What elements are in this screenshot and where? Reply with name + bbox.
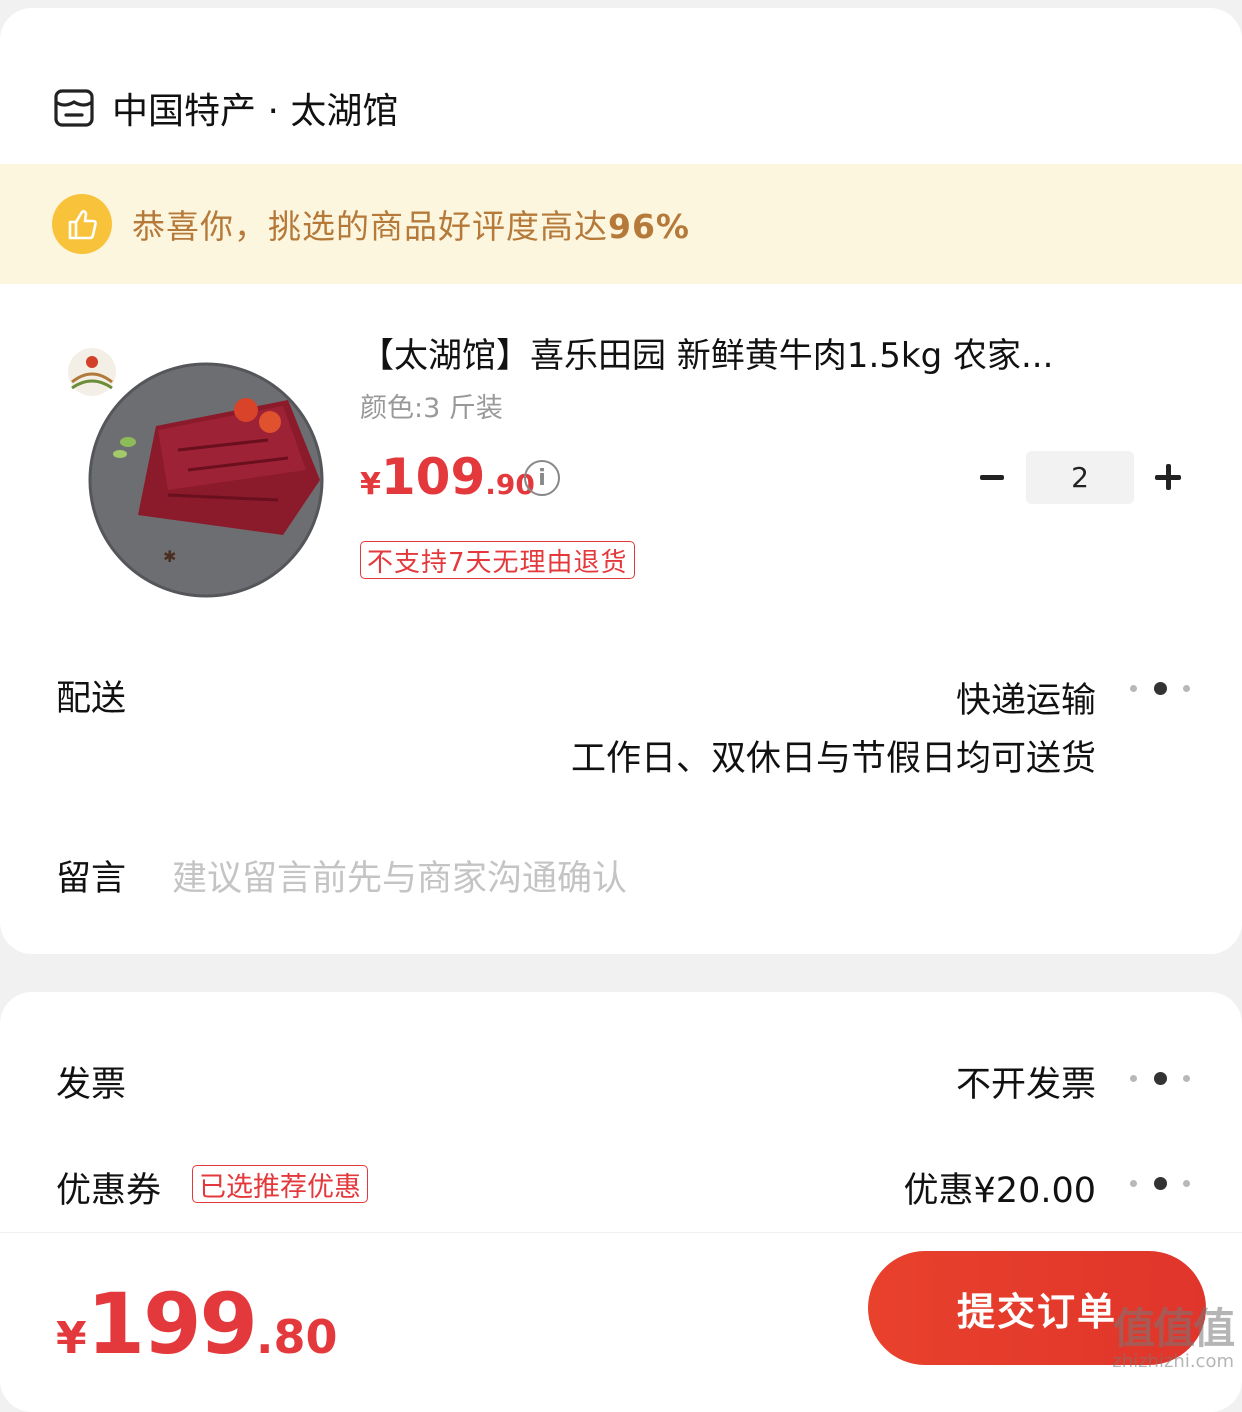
checkout-bar: ¥ 199 .80 提交订单 值值值 zhizhizhi.com: [0, 1232, 1242, 1382]
invoice-label: 发票: [56, 1065, 127, 1105]
delivery-schedule: 工作日、双休日与节假日均可送货: [570, 739, 1096, 779]
shop-name: 中国特产 · 太湖馆: [112, 91, 399, 132]
total-currency: ¥: [56, 1313, 87, 1364]
total-decimal: .80: [255, 1310, 338, 1364]
note-label: 留言: [56, 859, 127, 899]
svg-text:✱: ✱: [163, 547, 176, 566]
coupon-label: 优惠券: [56, 1171, 162, 1211]
watermark: 值值值 zhizhizhi.com: [1112, 1304, 1235, 1373]
invoice-more-icon[interactable]: [1130, 1068, 1190, 1088]
rating-banner: 恭喜你，挑选的商品好评度高达96%: [0, 164, 1242, 284]
thumbs-up-icon: [52, 194, 112, 254]
rating-percent: 96%: [608, 207, 690, 246]
rating-text: 恭喜你，挑选的商品好评度高达96%: [132, 207, 690, 246]
product-price: ¥ 109 .90: [360, 448, 535, 506]
coupon-tag: 已选推荐优惠: [192, 1165, 368, 1203]
quantity-input[interactable]: 2: [1026, 451, 1134, 504]
quantity-decrease-button[interactable]: [974, 458, 1008, 496]
shop-header[interactable]: 中国特产 · 太湖馆: [54, 84, 398, 132]
info-icon[interactable]: i: [524, 460, 560, 496]
no-return-tag: 不支持7天无理由退货: [360, 541, 635, 579]
total-price: ¥ 199 .80: [56, 1275, 337, 1373]
price-integer: 109: [380, 448, 486, 506]
note-input[interactable]: 建议留言前先与商家沟通确认: [172, 850, 627, 901]
delivery-more-icon[interactable]: [1130, 678, 1190, 698]
shop-icon: [54, 89, 94, 127]
product-image[interactable]: ✱: [58, 330, 328, 600]
product-variant[interactable]: 颜色:3 斤装: [360, 386, 503, 425]
coupon-value[interactable]: 优惠¥20.00: [904, 1162, 1096, 1213]
total-integer: 199: [86, 1275, 258, 1373]
quantity-increase-button[interactable]: [1150, 458, 1186, 496]
invoice-value[interactable]: 不开发票: [956, 1056, 1096, 1107]
delivery-method[interactable]: 快递运输: [956, 672, 1096, 723]
product-title[interactable]: 【太湖馆】喜乐田园 新鲜黄牛肉1.5kg 农家...: [360, 328, 1160, 377]
watermark-url: zhizhizhi.com: [1112, 1351, 1234, 1372]
coupon-more-icon[interactable]: [1130, 1173, 1190, 1193]
delivery-label: 配送: [56, 679, 127, 719]
price-currency: ¥: [360, 467, 381, 502]
watermark-logo: 值值值: [1113, 1304, 1235, 1353]
order-card: 中国特产 · 太湖馆 恭喜你，挑选的商品好评度高达96% ✱ 【太湖馆】喜乐田园…: [0, 8, 1242, 954]
